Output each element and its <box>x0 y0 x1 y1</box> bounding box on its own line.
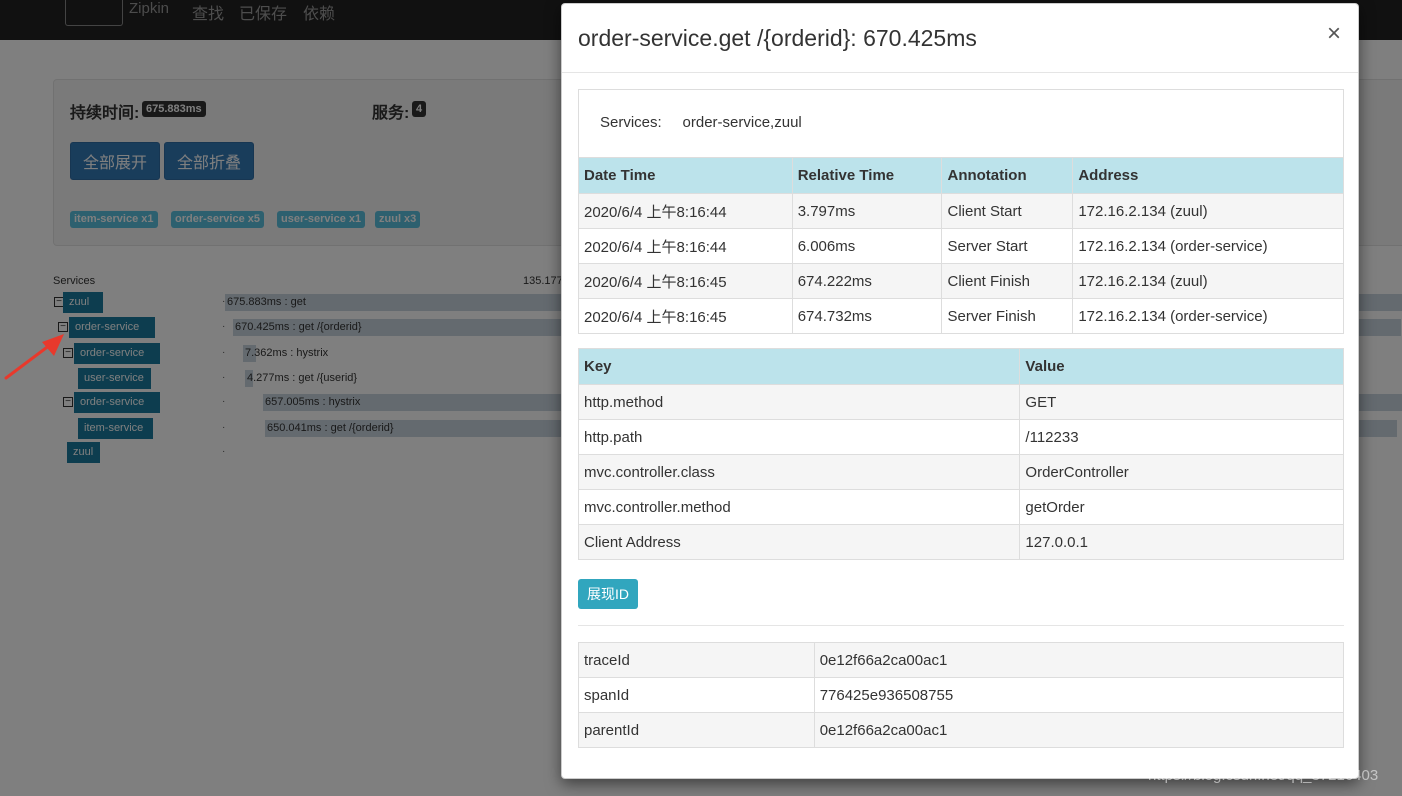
cell-key: http.path <box>577 419 1021 455</box>
cell-address: 172.16.2.134 (order-service) <box>1072 298 1344 334</box>
modal-title: order-service.get /{orderid}: 670.425ms <box>578 25 977 51</box>
table-row: 2020/6/4 上午8:16:45 674.732ms Server Finish… <box>578 298 1344 334</box>
close-icon[interactable]: × <box>1323 21 1345 47</box>
watermark: https://blog.csdn.net/qq_37216403 <box>1148 767 1379 784</box>
cell-value: OrderController <box>1019 454 1344 490</box>
show-ids-button[interactable]: 展现ID <box>578 579 638 609</box>
divider <box>578 625 1344 626</box>
cell-key: mvc.controller.class <box>577 454 1021 490</box>
annotations-table: Date Time Relative Time Annotation Addre… <box>578 157 1344 334</box>
tags-table: Key Value http.method GET http.path/112233… <box>577 348 1344 560</box>
cell-address: 172.16.2.134 (zuul) <box>1072 193 1344 229</box>
cell-annotation: Client Start <box>941 193 1074 229</box>
cell-annotation: Server Finish <box>941 298 1074 334</box>
cell-relative-time: 6.006ms <box>791 228 943 264</box>
cell-date-time: 2020/6/4 上午8:16:44 <box>578 228 793 264</box>
table-row: spanId 776425e936508755 <box>578 677 1345 713</box>
cell-key: Client Address <box>577 524 1021 560</box>
column-header-address: Address <box>1072 157 1344 194</box>
cell-annotation: Client Finish <box>941 263 1074 299</box>
cell-date-time: 2020/6/4 上午8:16:45 <box>578 298 793 334</box>
table-row: mvc.controller.class OrderController <box>577 454 1344 490</box>
cell-key: mvc.controller.method <box>577 489 1021 525</box>
cell-date-time: 2020/6/4 上午8:16:44 <box>578 193 793 229</box>
table-row: mvc.controller.method getOrder <box>577 489 1344 525</box>
cell-address: 172.16.2.134 (order-service) <box>1072 228 1344 264</box>
column-header-key: Key <box>577 348 1021 385</box>
ids-table: traceId 0e12f66a2ca00ac1 spanId 776425e9365… <box>578 642 1345 748</box>
cell-value: getOrder <box>1019 489 1344 525</box>
span-services-panel: Services: order-service,zuul <box>578 89 1344 157</box>
table-row: Client Address 127.0.0.1 <box>577 524 1344 560</box>
cell-id-name: spanId <box>578 677 815 713</box>
cell-relative-time: 674.732ms <box>791 298 943 334</box>
column-header-annotation: Annotation <box>941 157 1074 194</box>
red-arrow-annotation <box>4 334 64 380</box>
table-row: parentId 0e12f66a2ca00ac1 <box>578 712 1345 748</box>
modal-header: order-service.get /{orderid}: 670.425ms … <box>562 4 1358 73</box>
cell-key: http.method <box>577 384 1021 420</box>
span-services-value: order-service,zuul <box>682 114 802 131</box>
cell-annotation: Server Start <box>941 228 1074 264</box>
cell-value: 127.0.0.1 <box>1019 524 1344 560</box>
cell-id-value: 0e12f66a2ca00ac1 <box>813 712 1345 748</box>
table-row: http.method GET <box>577 384 1344 420</box>
cell-id-value: 0e12f66a2ca00ac1 <box>813 642 1345 678</box>
cell-value: /112233 <box>1019 419 1344 455</box>
span-services-label: Services: order-service,zuul <box>600 114 802 131</box>
table-row: 2020/6/4 上午8:16:44 6.006ms Server Start 172… <box>578 228 1344 264</box>
table-row: http.path/112233 <box>577 419 1344 455</box>
cell-relative-time: 3.797ms <box>791 193 943 229</box>
cell-date-time: 2020/6/4 上午8:16:45 <box>578 263 793 299</box>
cell-id-name: traceId <box>578 642 815 678</box>
cell-address: 172.16.2.134 (zuul) <box>1072 263 1344 299</box>
table-row: 2020/6/4 上午8:16:45 674.222ms Client Finish… <box>578 263 1344 299</box>
column-header-relative-time: Relative Time <box>791 157 943 194</box>
table-row: 2020/6/4 上午8:16:44 3.797ms Client Start 172… <box>578 193 1344 229</box>
table-row: traceId 0e12f66a2ca00ac1 <box>578 642 1345 678</box>
column-header-date-time: Date Time <box>578 157 793 194</box>
cell-id-value: 776425e936508755 <box>813 677 1345 713</box>
column-header-value: Value <box>1019 348 1344 385</box>
cell-id-name: parentId <box>578 712 815 748</box>
span-detail-modal: order-service.get /{orderid}: 670.425ms … <box>561 3 1359 779</box>
cell-relative-time: 674.222ms <box>791 263 943 299</box>
cell-value: GET <box>1019 384 1344 420</box>
